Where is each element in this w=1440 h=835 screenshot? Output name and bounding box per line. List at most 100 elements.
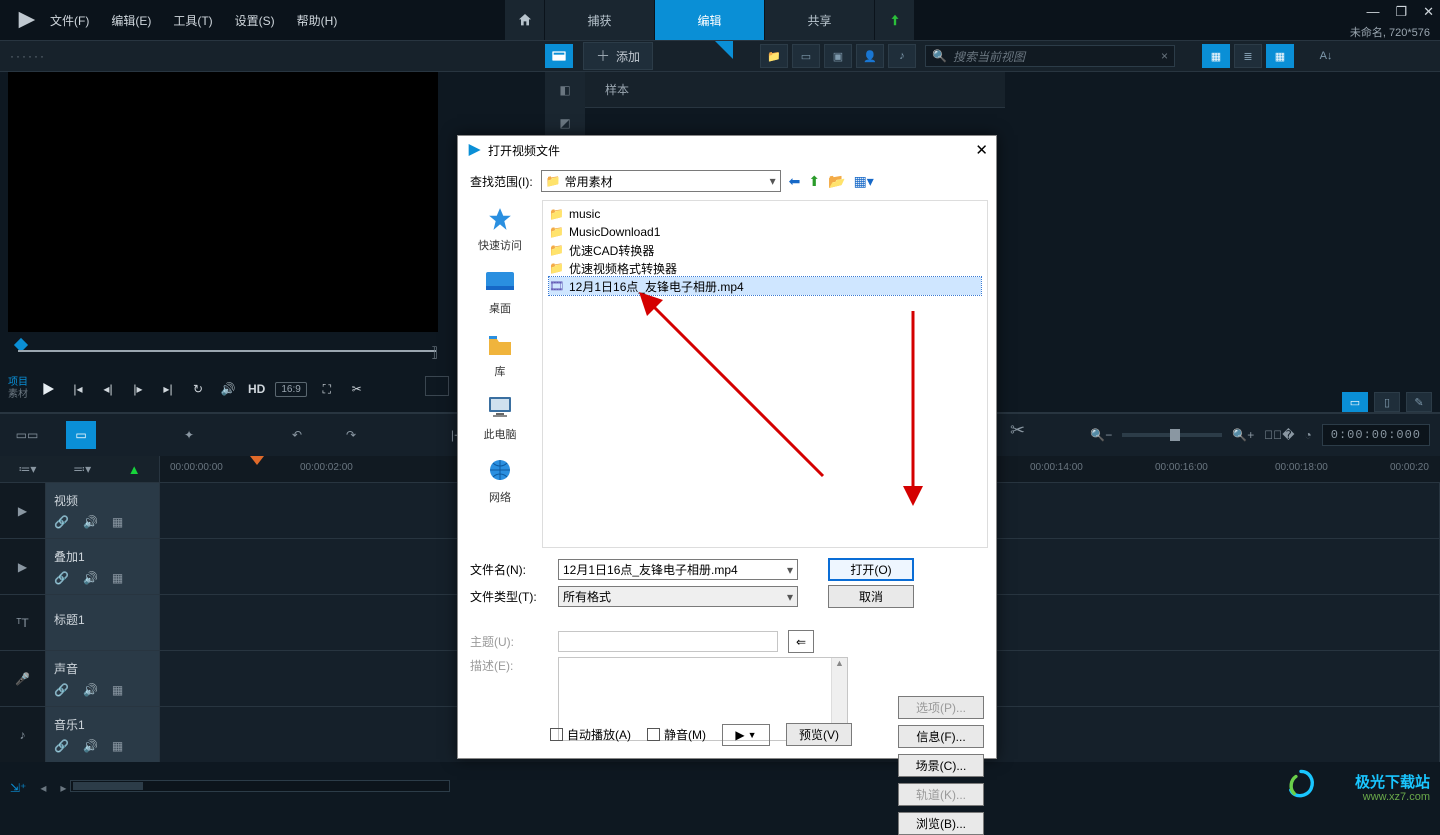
filetype-combo[interactable]: 所有格式▾ xyxy=(558,586,798,607)
place-net[interactable]: 网络 xyxy=(482,456,518,505)
library-side-icon2[interactable]: ◩ xyxy=(545,108,585,138)
track-button[interactable]: 轨道(K)... xyxy=(898,783,984,806)
zoom-in-icon[interactable]: 🔍+ xyxy=(1232,428,1254,442)
scene-button[interactable]: 场景(C)... xyxy=(898,754,984,777)
goto-end-button[interactable]: ▸| xyxy=(158,379,178,399)
filter-photo-icon[interactable]: ▣ xyxy=(824,44,852,68)
window-close[interactable]: ✕ xyxy=(1423,4,1434,20)
scrub-track[interactable] xyxy=(18,350,436,352)
play-button[interactable] xyxy=(38,379,58,399)
search-input[interactable]: 🔍 搜索当前视图 × xyxy=(925,45,1175,67)
track-voice-icon[interactable]: 🎤 xyxy=(0,651,46,706)
timeline-timecode[interactable]: 0:00:00:000 xyxy=(1322,424,1430,446)
timeline-hscrollbar[interactable] xyxy=(70,780,450,792)
volume-icon[interactable]: 🔊 xyxy=(83,571,98,585)
file-item-folder[interactable]: 📁优速CAD转换器 xyxy=(549,241,981,259)
file-item-folder[interactable]: 📁优速视频格式转换器 xyxy=(549,259,981,277)
nav-view-icon[interactable]: ▦▾ xyxy=(854,173,874,190)
search-clear-icon[interactable]: × xyxy=(1161,49,1168,63)
track-music-icon[interactable]: ♪ xyxy=(0,707,46,762)
tracklist-icon2[interactable]: ≕▾ xyxy=(73,462,91,476)
add-track-icon[interactable]: ⇲⁺ xyxy=(10,781,26,795)
mute-button[interactable]: 🔊 xyxy=(218,379,238,399)
zoom-out-icon[interactable]: 🔍− xyxy=(1090,428,1112,442)
fit-icon[interactable]: �ླ� xyxy=(1264,428,1294,442)
preview-play-button[interactable]: ▶ ▼ xyxy=(722,724,770,746)
undo-button[interactable]: ↶ xyxy=(282,421,312,449)
window-restore[interactable]: ❐ xyxy=(1395,4,1407,20)
grid-icon[interactable]: ▦ xyxy=(112,515,123,529)
tab-export[interactable] xyxy=(875,0,915,40)
subject-back-button[interactable]: ⇐ xyxy=(788,630,814,653)
volume-icon[interactable]: 🔊 xyxy=(83,515,98,529)
browse-button[interactable]: 浏览(B)... xyxy=(898,812,984,835)
place-lib[interactable]: 库 xyxy=(482,330,518,379)
track-video-header[interactable]: 视频 🔗🔊▦ xyxy=(46,483,160,538)
playhead-icon[interactable] xyxy=(250,456,264,465)
filter-person-icon[interactable]: 👤 xyxy=(856,44,884,68)
file-item-selected[interactable]: 🎞12月1日16点_友锋电子相册.mp4 xyxy=(549,277,981,295)
view-thumbs-icon[interactable]: ▦ xyxy=(1202,44,1230,68)
link-icon[interactable]: 🔗 xyxy=(54,515,69,529)
split-button[interactable]: ✂ xyxy=(347,379,367,399)
view-list-icon[interactable]: ≣ xyxy=(1234,44,1262,68)
nav-newfolder-icon[interactable]: 📂 xyxy=(828,173,845,190)
filter-audio-icon[interactable]: ♪ xyxy=(888,44,916,68)
place-desktop[interactable]: 桌面 xyxy=(482,267,518,316)
transport-mode[interactable]: 项目 素材 xyxy=(8,377,28,401)
cancel-button[interactable]: 取消 xyxy=(828,585,914,608)
panel-mode-edit[interactable]: ✎ xyxy=(1406,392,1432,412)
window-minimize[interactable]: — xyxy=(1366,4,1379,20)
zoom-slider[interactable] xyxy=(1122,433,1222,437)
next-frame-button[interactable]: |▸ xyxy=(128,379,148,399)
folder-open-icon[interactable]: 📁 xyxy=(760,44,788,68)
dialog-close-button[interactable]: ✕ xyxy=(975,141,988,159)
volume-icon[interactable]: 🔊 xyxy=(83,683,98,697)
track-music-header[interactable]: 音乐1 🔗🔊▦ xyxy=(46,707,160,762)
track-voice-header[interactable]: 声音 🔗🔊▦ xyxy=(46,651,160,706)
open-button[interactable]: 打开(O) xyxy=(828,558,914,581)
chevron-down-icon[interactable]: ▾ xyxy=(770,174,776,188)
grid-icon[interactable]: ▦ xyxy=(112,571,123,585)
tracklist-icon[interactable]: ≔▾ xyxy=(18,462,36,476)
place-quick[interactable]: 快速访问 xyxy=(478,204,522,253)
track-video-icon[interactable]: ▶ xyxy=(0,483,46,538)
link-icon[interactable]: 🔗 xyxy=(54,739,69,753)
menu-edit[interactable]: 编辑(E) xyxy=(111,12,151,29)
grid-icon[interactable]: ▦ xyxy=(112,739,123,753)
options-button[interactable]: 选项(P)... xyxy=(898,696,984,719)
mute-checkbox[interactable]: 静音(M) xyxy=(647,726,706,743)
sort-icon[interactable]: A↓ xyxy=(1312,44,1340,68)
nav-up-icon[interactable]: ⬆ xyxy=(808,173,820,190)
hscroll-thumb[interactable] xyxy=(73,782,143,790)
library-tab-icon[interactable] xyxy=(545,44,573,68)
place-pc[interactable]: 此电脑 xyxy=(482,393,518,442)
zoom-knob[interactable] xyxy=(1170,429,1180,441)
track-title-header[interactable]: 标题1 xyxy=(46,595,160,650)
prev-frame-button[interactable]: ◂| xyxy=(98,379,118,399)
track-title-icon[interactable]: ᵀT xyxy=(0,595,46,650)
timecode-box[interactable] xyxy=(425,376,449,396)
volume-icon[interactable]: 🔊 xyxy=(83,739,98,753)
link-icon[interactable]: 🔗 xyxy=(54,683,69,697)
tab-edit[interactable]: 编辑 xyxy=(655,0,765,40)
scroll-up-icon[interactable]: ▲ xyxy=(835,658,844,668)
grid-icon[interactable]: ▦ xyxy=(112,683,123,697)
view-grid-icon[interactable]: ▦ xyxy=(1266,44,1294,68)
preview-scrubber[interactable]: ⟧ xyxy=(8,340,438,360)
tab-home[interactable] xyxy=(505,0,545,40)
filter-video-icon[interactable]: ▭ xyxy=(792,44,820,68)
subject-input[interactable] xyxy=(558,631,778,652)
chevron-down-icon[interactable]: ▾ xyxy=(787,590,793,604)
menu-file[interactable]: 文件(F) xyxy=(50,12,89,29)
preview-button[interactable]: 预览(V) xyxy=(786,723,852,746)
panel-mode-1[interactable]: ▭ xyxy=(1342,392,1368,412)
scissors-icon[interactable]: ✂ xyxy=(1010,420,1025,441)
nav-back-icon[interactable]: ⬅ xyxy=(789,173,801,190)
expand-tracks-icon[interactable]: ▲ xyxy=(128,462,141,477)
redo-button[interactable]: ↷ xyxy=(336,421,366,449)
panel-mode-2[interactable]: ▯ xyxy=(1374,392,1400,412)
menu-settings[interactable]: 设置(S) xyxy=(235,12,275,29)
file-item-folder[interactable]: 📁music xyxy=(549,205,981,223)
library-tab-sample[interactable]: 样本 xyxy=(585,72,1005,108)
